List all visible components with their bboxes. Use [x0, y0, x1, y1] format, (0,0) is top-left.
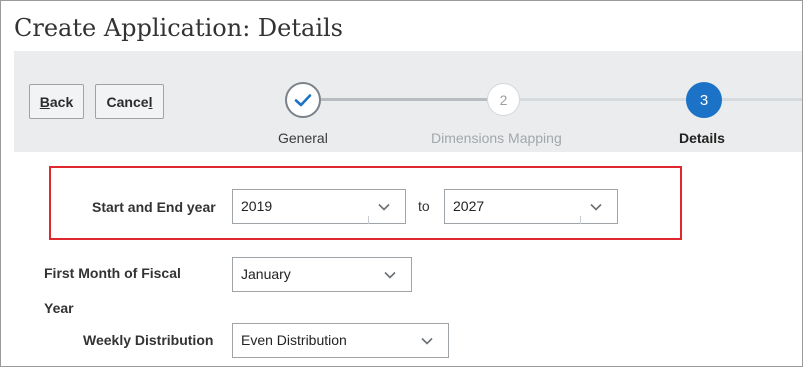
weekly-distribution-label: Weekly Distribution — [83, 332, 214, 348]
first-month-label-line2: Year — [44, 300, 74, 316]
cancel-label-pre: Cance — [106, 93, 149, 110]
checkmark-icon — [294, 94, 312, 107]
chevron-down-icon — [384, 271, 396, 279]
weekly-distribution-value: Even Distribution — [241, 332, 347, 348]
select-separator — [580, 216, 581, 224]
chevron-down-icon — [421, 337, 433, 345]
chevron-down-icon — [378, 203, 390, 211]
train-step-dimensions-mapping: 2 — [487, 83, 520, 116]
step-number: 2 — [499, 91, 508, 108]
back-button[interactable]: Back — [29, 84, 84, 119]
weekly-distribution-select[interactable]: Even Distribution — [232, 323, 449, 358]
train-connector — [520, 98, 686, 101]
train-connector — [321, 98, 487, 101]
cancel-label-access-key: l — [148, 93, 153, 110]
select-separator — [368, 216, 369, 224]
chevron-down-icon — [590, 203, 602, 211]
start-year-select[interactable]: 2019 — [232, 189, 406, 224]
train-step-details: 3 — [686, 82, 722, 118]
first-month-label-line1: First Month of Fiscal — [44, 265, 181, 281]
page-title: Create Application: Details — [14, 14, 343, 42]
cancel-button[interactable]: Cance l — [95, 84, 164, 119]
range-separator-text: to — [418, 198, 430, 214]
back-label-post: ack — [49, 93, 74, 110]
start-year-value: 2019 — [241, 198, 273, 214]
start-end-year-label: Start and End year — [92, 199, 216, 215]
train-step-label-dimensions-mapping: Dimensions Mapping — [431, 130, 562, 146]
train-step-label-details: Details — [679, 130, 725, 146]
first-month-select[interactable]: January — [232, 257, 412, 292]
first-month-value: January — [241, 266, 291, 282]
train-step-label-general[interactable]: General — [278, 130, 328, 146]
step-number: 3 — [699, 91, 709, 109]
end-year-select[interactable]: 2027 — [444, 189, 618, 224]
end-year-value: 2027 — [453, 198, 485, 214]
train-step-general[interactable] — [285, 82, 321, 118]
back-label-access-key: B — [39, 93, 50, 110]
train-connector — [722, 98, 802, 101]
